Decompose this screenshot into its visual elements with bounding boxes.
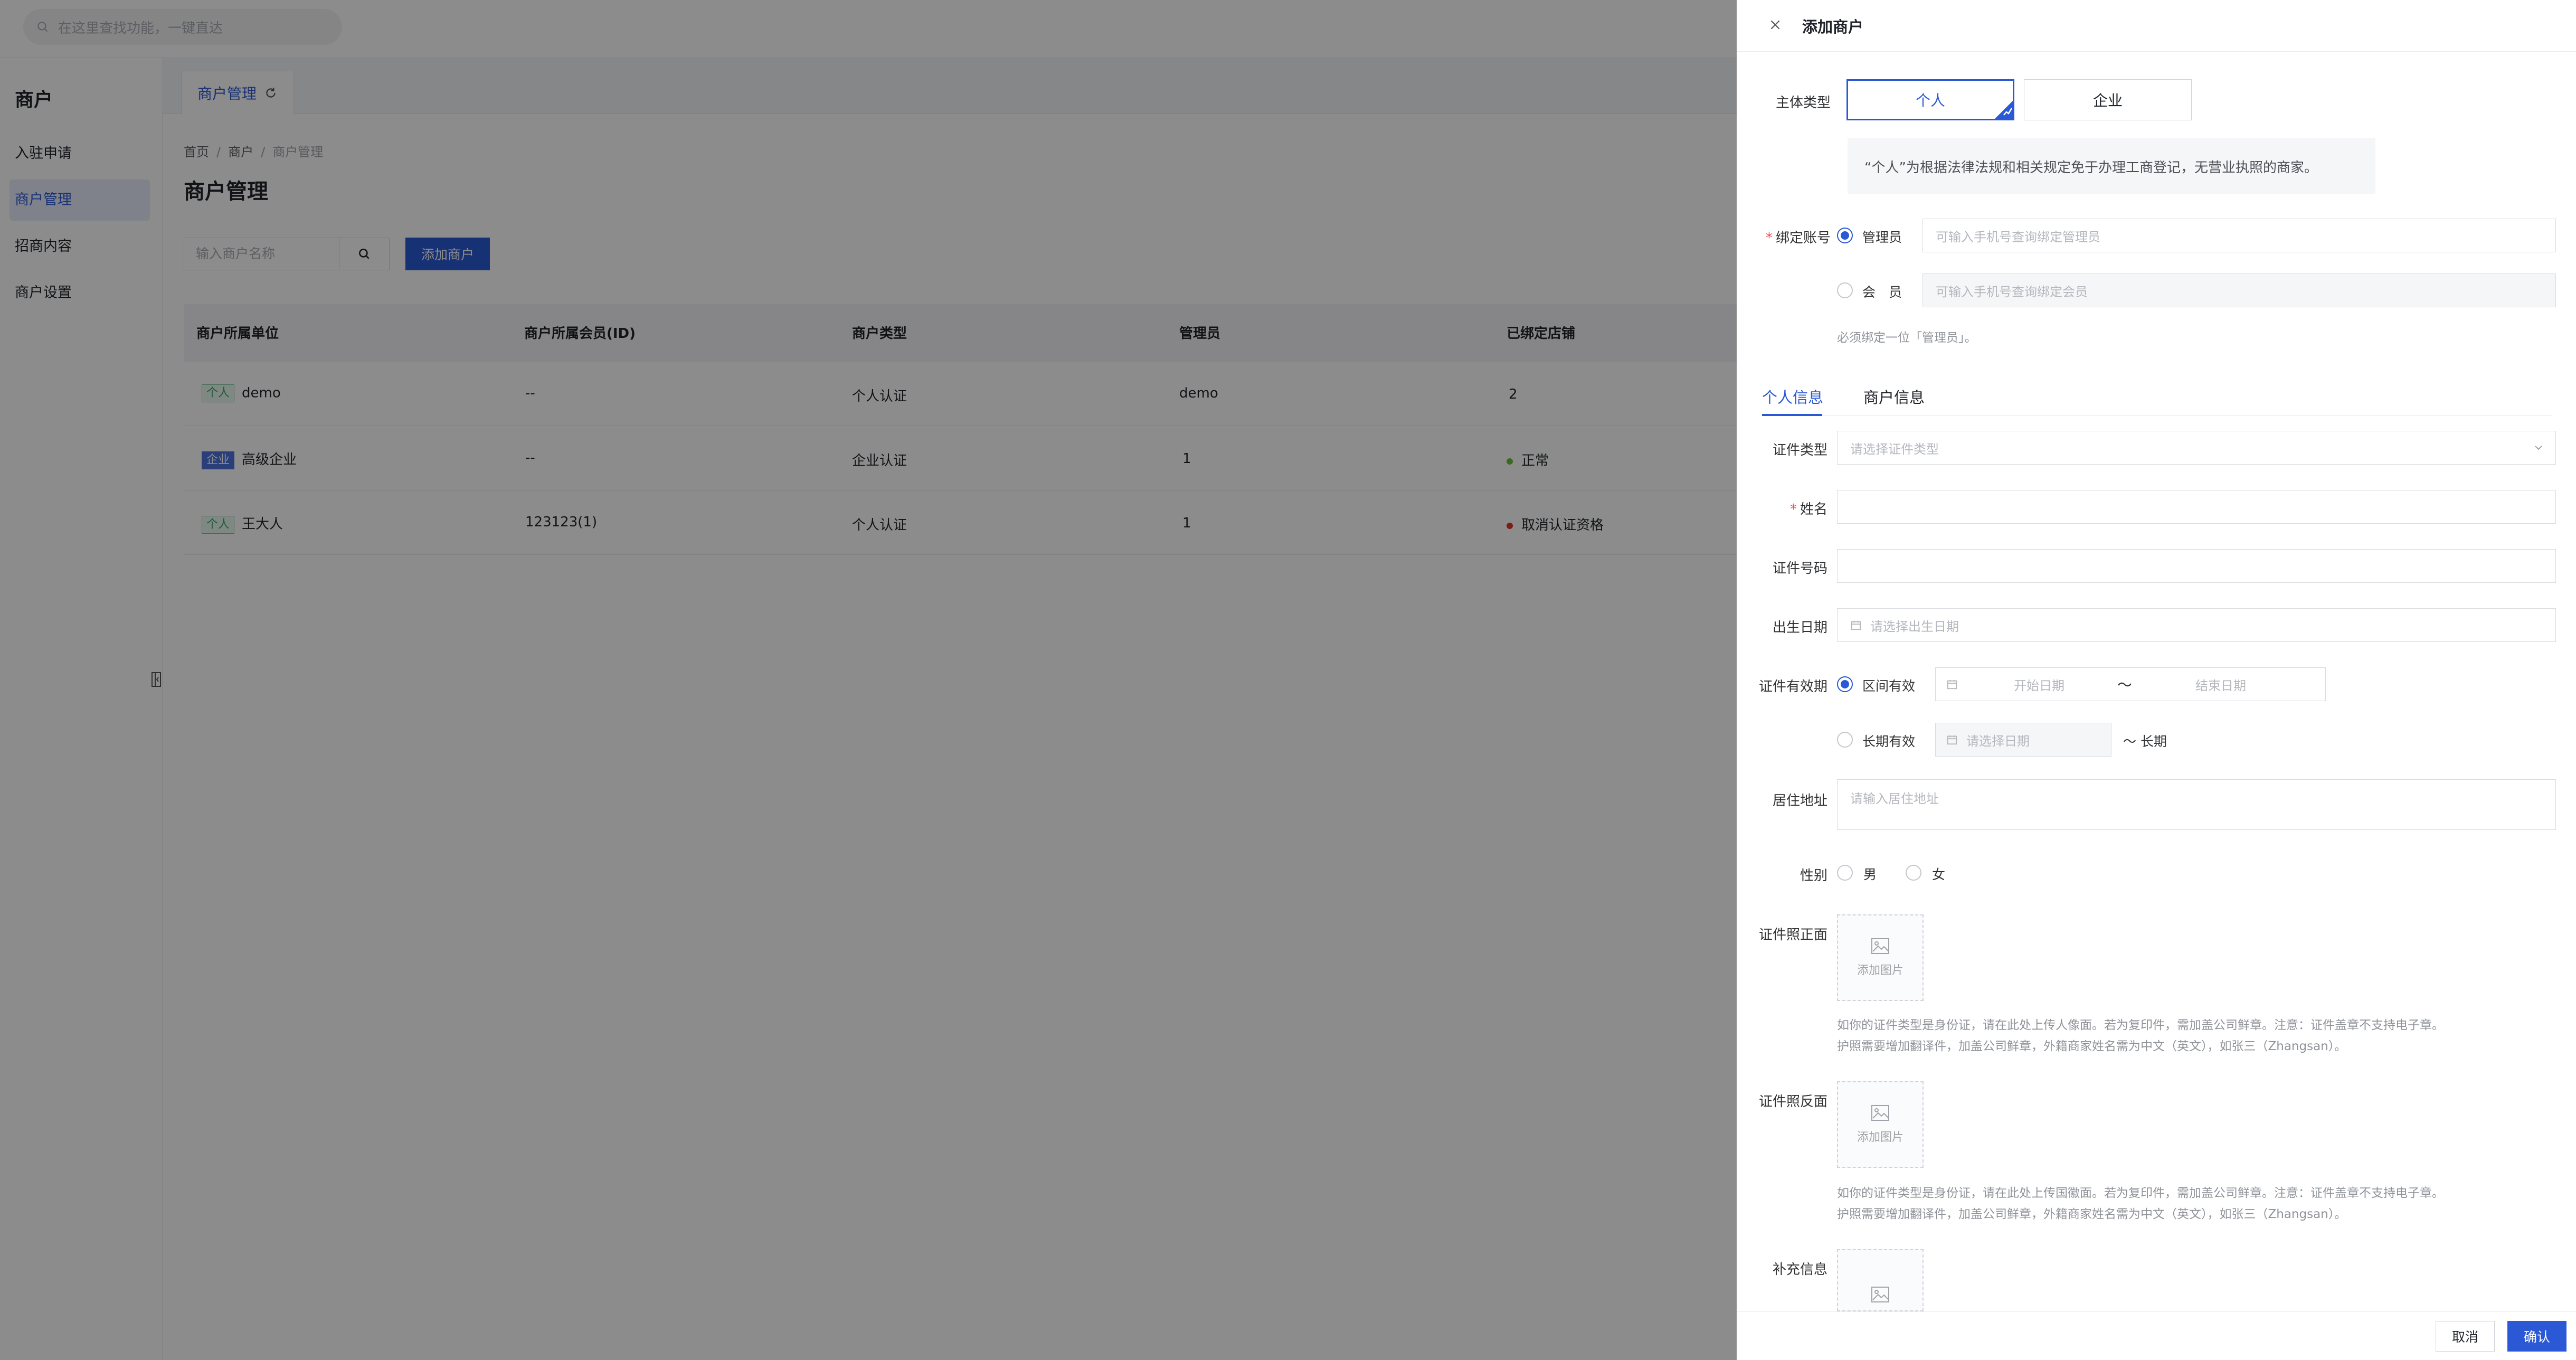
birth-date-picker[interactable]: 请选择出生日期 xyxy=(1837,608,2556,642)
id-type-placeholder: 请选择证件类型 xyxy=(1850,441,1939,457)
drawer-title: 添加商户 xyxy=(1802,18,1864,36)
extra-info-label: 补充信息 xyxy=(1772,1262,1827,1278)
close-button[interactable] xyxy=(1766,16,1784,34)
image-icon xyxy=(1871,938,1889,954)
image-icon xyxy=(1871,1287,1889,1302)
extra-info-upload[interactable] xyxy=(1837,1249,1924,1311)
long-validity-date-picker: 请选择日期 xyxy=(1935,723,2111,757)
id-front-hint-1: 如你的证件类型是身份证，请在此处上传人像面。若为复印件，需加盖公司鲜章。注意：证… xyxy=(1837,1018,2444,1032)
add-merchant-drawer: 添加商户 主体类型 个人 企业 “个人”为根据法律法规和相关规定免于办理工商登记… xyxy=(1737,0,2576,1360)
confirm-button[interactable]: 确认 xyxy=(2507,1321,2566,1352)
id-number-label: 证件号码 xyxy=(1772,561,1827,577)
calendar-icon xyxy=(1851,620,1861,630)
id-number-input[interactable] xyxy=(1837,549,2556,583)
modal-overlay[interactable] xyxy=(0,0,1737,1360)
birth-date-placeholder: 请选择出生日期 xyxy=(1870,619,1959,634)
name-label: * 姓名 xyxy=(1762,498,1827,518)
validity-range-picker[interactable]: 开始日期 ～ 结束日期 xyxy=(1935,667,2326,701)
bind-account-hint: 必须绑定一位「管理员」。 xyxy=(1837,331,1977,345)
address-textarea[interactable]: 请输入居住地址 xyxy=(1837,779,2556,830)
id-type-label: 证件类型 xyxy=(1772,442,1827,458)
selected-corner-check-icon xyxy=(1994,100,2013,119)
chevron-down-icon xyxy=(2535,446,2542,450)
id-back-label: 证件照反面 xyxy=(1758,1094,1827,1110)
radio-gender-male-label: 男 xyxy=(1863,867,1877,882)
cancel-button[interactable]: 取消 xyxy=(2436,1321,2495,1352)
tab-personal-info[interactable]: 个人信息 xyxy=(1762,385,1823,408)
admin-phone-input[interactable]: 可输入手机号查询绑定管理员 xyxy=(1922,219,2556,252)
upload-label: 添加图片 xyxy=(1857,1131,1903,1144)
address-label: 居住地址 xyxy=(1772,793,1827,809)
birth-date-label: 出生日期 xyxy=(1772,620,1827,636)
close-icon xyxy=(1770,20,1780,30)
active-tab-indicator xyxy=(1762,414,1822,416)
range-separator: ～ xyxy=(2117,676,2133,694)
id-type-select[interactable]: 请选择证件类型 xyxy=(1837,431,2556,465)
id-back-upload[interactable]: 添加图片 xyxy=(1837,1081,1924,1168)
radio-validity-range-label: 区间有效 xyxy=(1862,678,1916,694)
radio-gender-male[interactable] xyxy=(1837,865,1853,881)
required-mark: * xyxy=(1765,230,1773,246)
required-mark: * xyxy=(1789,502,1797,517)
image-icon xyxy=(1871,1105,1889,1121)
id-front-hint-2: 护照需要增加翻译件，加盖公司鲜章，外籍商家姓名需为中文（英文），如张三（Zhan… xyxy=(1837,1040,2347,1053)
radio-validity-long[interactable] xyxy=(1837,732,1853,748)
calendar-icon xyxy=(1947,679,1957,690)
subject-type-personal-label: 个人 xyxy=(1915,92,1945,109)
subject-type-label: 主体类型 xyxy=(1775,95,1831,111)
radio-gender-female[interactable] xyxy=(1906,865,1921,881)
bind-account-label-text: 绑定账号 xyxy=(1775,230,1831,246)
gender-label: 性别 xyxy=(1800,868,1827,884)
radio-member[interactable] xyxy=(1837,282,1853,298)
radio-gender-female-label: 女 xyxy=(1932,867,1946,882)
id-front-upload[interactable]: 添加图片 xyxy=(1837,914,1924,1001)
start-date-placeholder: 开始日期 xyxy=(2014,678,2064,693)
bind-account-label: * 绑定账号 xyxy=(1762,227,1831,247)
member-phone-input: 可输入手机号查询绑定会员 xyxy=(1922,273,2556,307)
radio-admin-label: 管理员 xyxy=(1862,230,1902,245)
id-back-hint-2: 护照需要增加翻译件，加盖公司鲜章，外籍商家姓名需为中文（英文），如张三（Zhan… xyxy=(1837,1207,2347,1221)
radio-member-label: 会 员 xyxy=(1862,285,1902,300)
radio-validity-long-label: 长期有效 xyxy=(1862,734,1916,749)
subject-type-note: “个人”为根据法律法规和相关规定免于办理工商登记，无营业执照的商家。 xyxy=(1848,138,2375,194)
end-date-placeholder: 结束日期 xyxy=(2195,678,2247,693)
id-back-hint-1: 如你的证件类型是身份证，请在此处上传国徽面。若为复印件，需加盖公司鲜章。注意：证… xyxy=(1837,1186,2444,1200)
subject-type-enterprise[interactable]: 企业 xyxy=(2024,79,2192,120)
name-input[interactable] xyxy=(1837,490,2556,524)
radio-admin[interactable] xyxy=(1837,228,1853,243)
name-label-text: 姓名 xyxy=(1800,502,1827,517)
id-front-label: 证件照正面 xyxy=(1758,927,1827,943)
validity-label: 证件有效期 xyxy=(1758,679,1827,695)
long-validity-suffix: ～ 长期 xyxy=(2123,734,2167,749)
long-date-placeholder: 请选择日期 xyxy=(1966,733,2030,749)
upload-label: 添加图片 xyxy=(1857,964,1903,977)
radio-validity-range[interactable] xyxy=(1837,676,1853,692)
tab-merchant-info[interactable]: 商户信息 xyxy=(1863,385,1925,408)
subject-type-personal[interactable]: 个人 xyxy=(1846,79,2014,120)
calendar-icon xyxy=(1947,735,1957,745)
